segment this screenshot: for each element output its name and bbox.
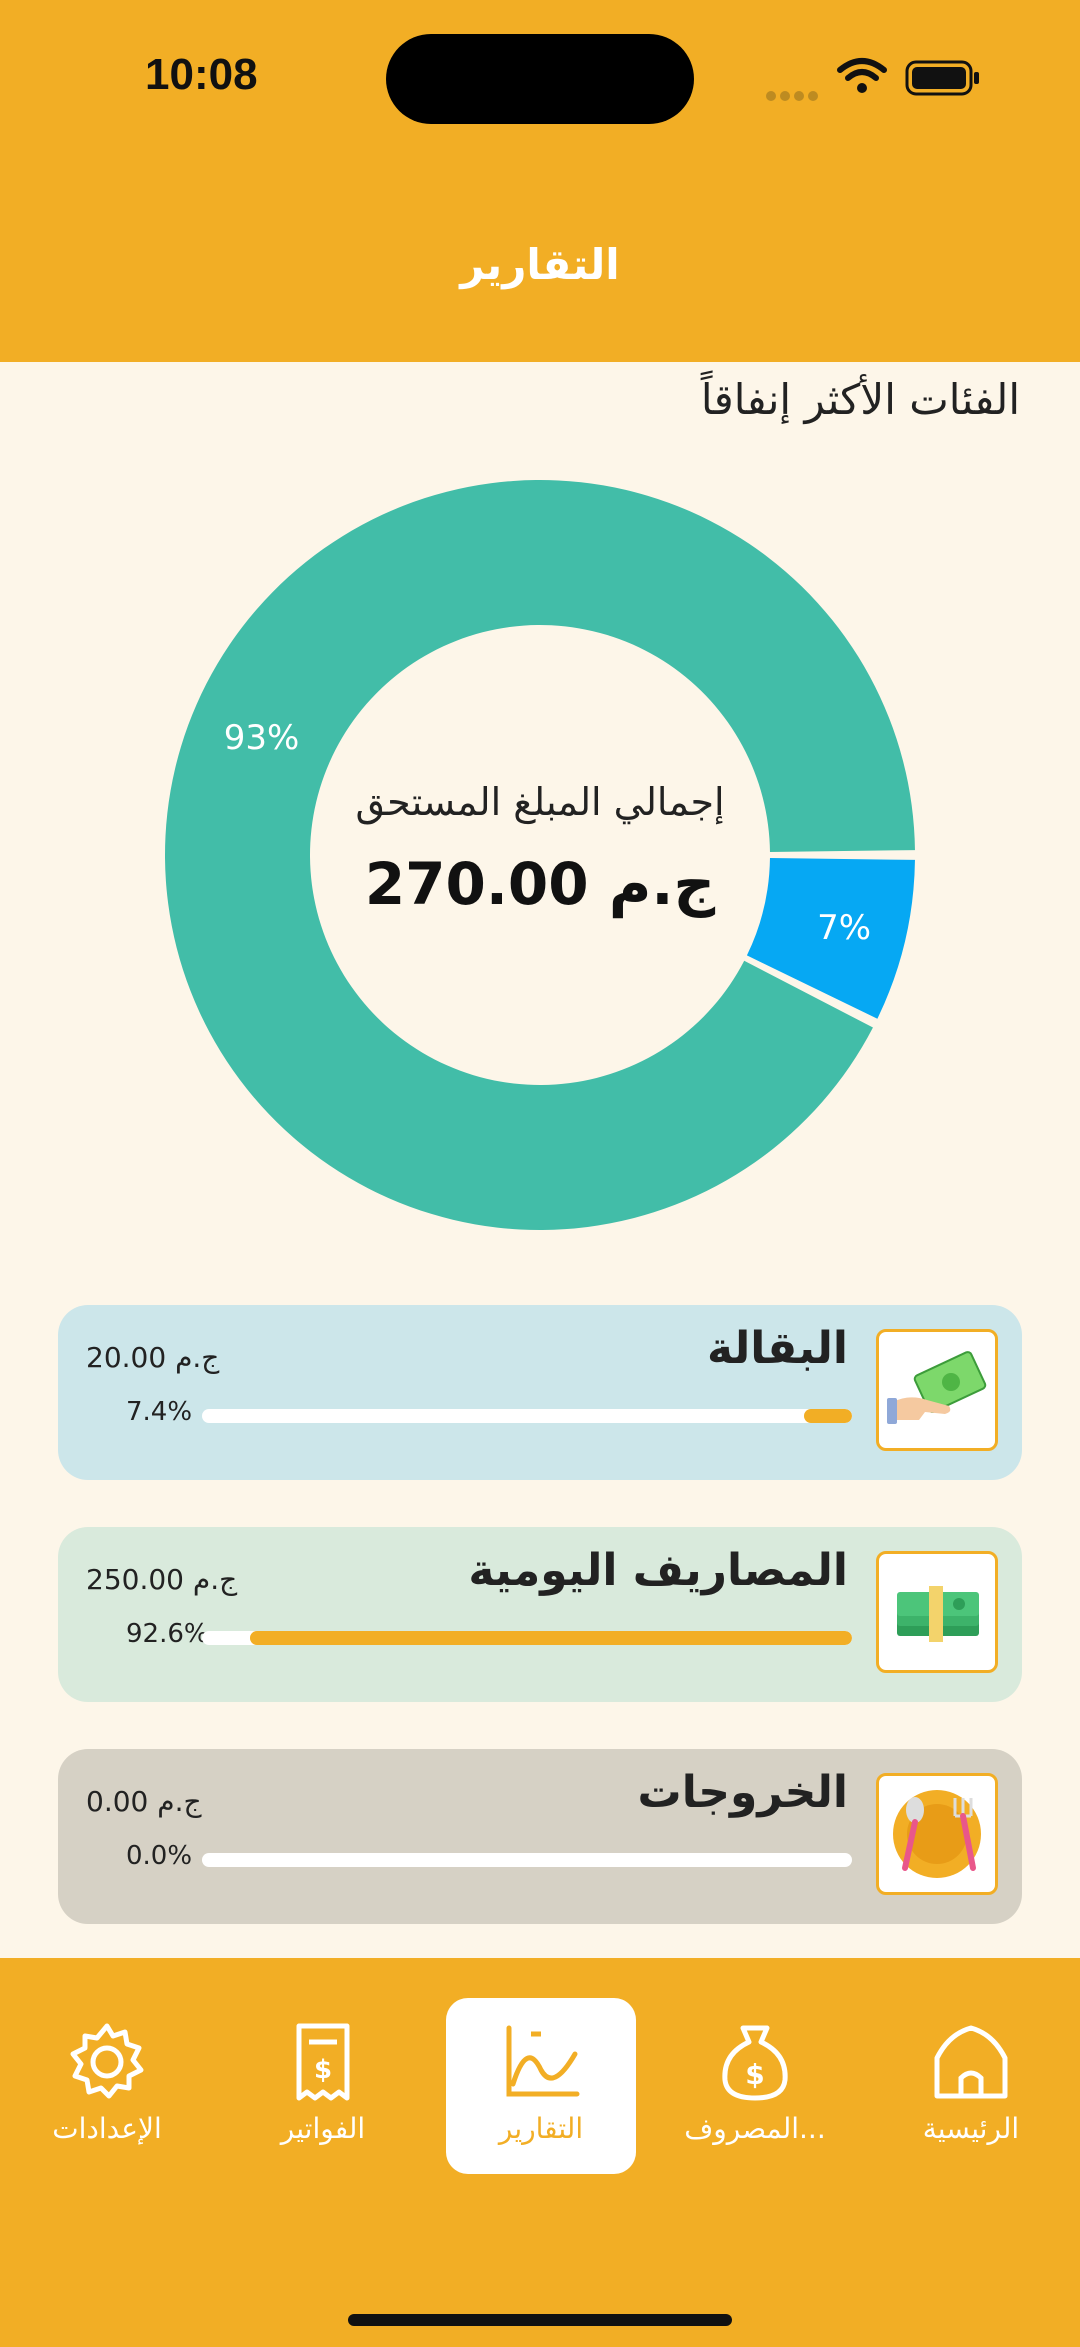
section-title: الفئات الأكثر إنفاقاً [700, 375, 1020, 424]
category-progress-bar [202, 1631, 852, 1645]
wifi-icon [837, 58, 887, 93]
category-amount: 20.00 ج.م [86, 1341, 220, 1374]
tab-home[interactable]: الرئيسية [876, 1998, 1066, 2174]
category-percent: 7.4% [126, 1397, 193, 1427]
money-bag-icon: $ [722, 2025, 788, 2101]
tab-label: الفواتير [280, 2112, 366, 2145]
home-indicator [348, 2314, 732, 2326]
plate-cutlery-icon [893, 1790, 981, 1878]
category-progress-bar [202, 1853, 852, 1867]
svg-text:$: $ [745, 2058, 764, 2091]
cellular-icon [766, 86, 822, 105]
category-name: الخروجات [637, 1767, 848, 1818]
category-card-outings[interactable]: الخروجات 0.00 ج.م 0.0% [58, 1749, 1022, 1924]
category-amount: 0.00 ج.م [86, 1785, 202, 1818]
spending-donut-chart: 7% 93% إجمالي المبلغ المستحق 270.00 ج.م [160, 470, 920, 1240]
cash-stack-icon [897, 1586, 979, 1642]
category-amount: 250.00 ج.م [86, 1563, 238, 1596]
status-time: 10:08 [145, 50, 258, 99]
tab-label: الرئيسية [922, 2112, 1020, 2145]
receipt-icon: $ [296, 2023, 350, 2101]
category-thumb [876, 1329, 998, 1451]
category-name: المصاريف اليومية [468, 1545, 848, 1596]
svg-text:$: $ [314, 2055, 332, 2085]
donut-slice-label: 93% [224, 718, 300, 758]
line-chart-icon [506, 2025, 580, 2097]
category-thumb [876, 1773, 998, 1895]
header-bar: 10:08 التقارير [0, 0, 1080, 362]
chart-center-value: 270.00 ج.م [364, 850, 716, 918]
battery-icon [905, 60, 979, 96]
tab-label: التقارير [498, 2112, 584, 2145]
tab-label: الإعدادات [52, 2112, 162, 2145]
bottom-tab-bar: الإعدادات $ الفواتير التقارير $ المصروف.… [0, 1958, 1080, 2347]
tab-label: المصروف... [684, 2112, 826, 2145]
tab-settings[interactable]: الإعدادات [12, 1998, 202, 2174]
dynamic-island [386, 34, 694, 124]
category-card-daily-expenses[interactable]: المصاريف اليومية 250.00 ج.م 92.6% [58, 1527, 1022, 1702]
tab-reports[interactable]: التقارير [446, 1998, 636, 2174]
category-name: البقالة [707, 1323, 848, 1374]
category-progress-bar [202, 1409, 852, 1423]
category-thumb [876, 1551, 998, 1673]
home-icon [934, 2025, 1008, 2099]
progress-fill [250, 1631, 852, 1645]
category-card-grocery[interactable]: البقالة 20.00 ج.م 7.4% [58, 1305, 1022, 1480]
money-hand-icon [887, 1351, 987, 1424]
page-title: التقارير [460, 240, 620, 289]
tab-expenses[interactable]: $ المصروف... [660, 1998, 850, 2174]
gear-icon [70, 2023, 144, 2099]
category-percent: 0.0% [126, 1841, 193, 1871]
progress-fill [803, 1409, 852, 1423]
chart-center-label: إجمالي المبلغ المستحق [355, 780, 725, 824]
category-percent: 92.6% [126, 1619, 209, 1649]
tab-bills[interactable]: $ الفواتير [228, 1998, 418, 2174]
